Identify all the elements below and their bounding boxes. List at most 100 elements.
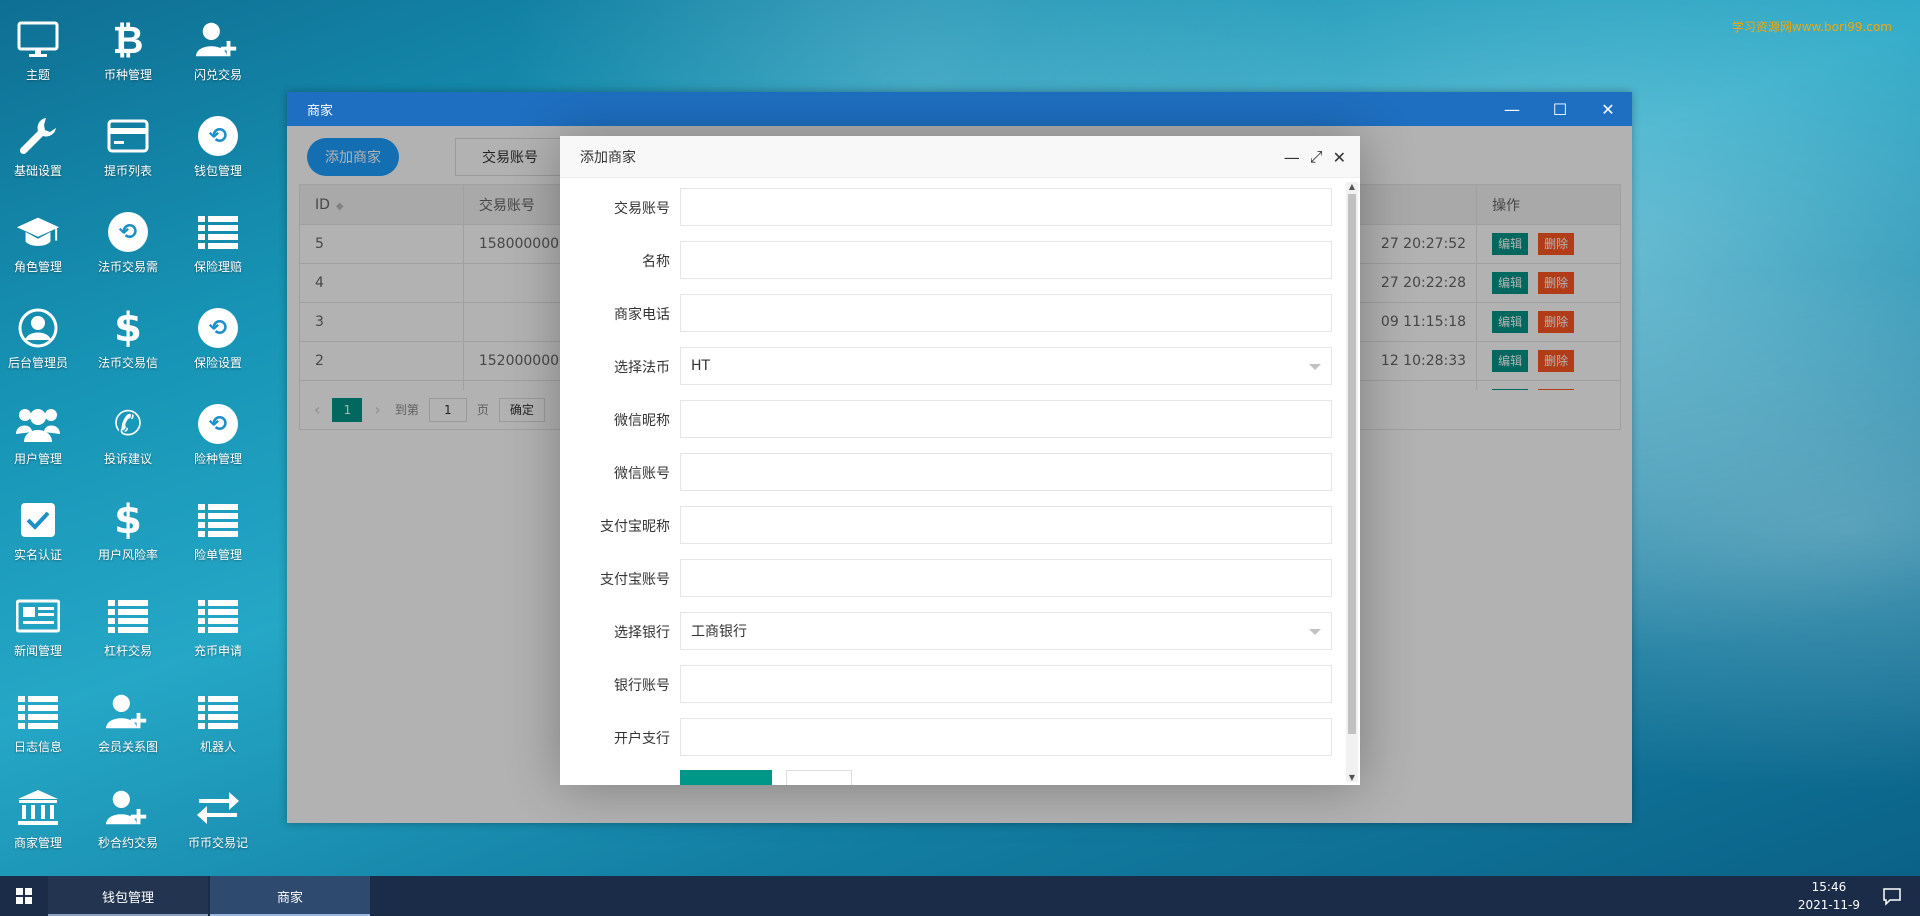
desktop-icon-robot[interactable]: 机器人: [173, 672, 263, 762]
desktop-icon-insurance-types[interactable]: ⟲ 险种管理: [173, 384, 263, 474]
dialog-form: 交易账号 名称 商家电话 选择法币 HT 微信昵称 微信账号 支付宝昵称 支付宝: [560, 178, 1360, 785]
account-input[interactable]: [680, 188, 1332, 226]
phone-input[interactable]: [680, 294, 1332, 332]
form-row-bank-account: 银行账号: [560, 665, 1350, 703]
name-input[interactable]: [680, 241, 1332, 279]
dialog-scrollbar[interactable]: ▲ ▼: [1346, 182, 1358, 782]
phone-icon: ✆: [113, 404, 143, 444]
desktop-icon-admins[interactable]: 后台管理员: [0, 288, 83, 378]
clock-time: 15:46: [1811, 880, 1847, 894]
system-clock[interactable]: 15:46 2021-11-9: [1798, 878, 1860, 914]
form-row-name: 名称: [560, 241, 1350, 279]
desktop-icon-risk-rate[interactable]: $ 用户风险率: [83, 480, 173, 570]
reset-button[interactable]: [786, 770, 852, 785]
desktop-icon-deposit-requests[interactable]: 充币申请: [173, 576, 263, 666]
exchange-icon: [196, 786, 240, 830]
dialog-minimize-icon[interactable]: —: [1284, 148, 1300, 167]
desktop-icon-wallet[interactable]: ⟲ 钱包管理: [173, 96, 263, 186]
close-icon[interactable]: ✕: [1584, 92, 1632, 126]
form-row-account: 交易账号: [560, 188, 1350, 226]
credit-card-icon: [106, 114, 150, 158]
link-icon: ⟲: [198, 404, 238, 444]
bank-account-input[interactable]: [680, 665, 1332, 703]
notification-icon[interactable]: [1882, 886, 1902, 906]
newspaper-icon: [16, 594, 60, 638]
desktop-icon-news[interactable]: 新闻管理: [0, 576, 83, 666]
bank-select[interactable]: 工商银行: [680, 612, 1332, 650]
taskbar-item-merchant[interactable]: 商家: [210, 876, 370, 916]
chevron-down-icon: [1309, 629, 1321, 635]
clock-date: 2021-11-9: [1797, 898, 1860, 912]
desktop-icon-member-graph[interactable]: 会员关系图: [83, 672, 173, 762]
user-plus-icon: [196, 18, 240, 62]
link-icon: ⟲: [108, 212, 148, 252]
desktop-icon-logs[interactable]: 日志信息: [0, 672, 83, 762]
list-icon: [196, 498, 240, 542]
scroll-down-icon[interactable]: ▼: [1348, 773, 1356, 782]
dialog-titlebar[interactable]: 添加商家 — ⤢ ✕: [560, 136, 1360, 178]
link-icon: ⟲: [198, 116, 238, 156]
desktop-icon-basic-settings[interactable]: 基础设置: [0, 96, 83, 186]
form-row-fiat: 选择法币 HT: [560, 347, 1350, 385]
desktop-icon-fiat-demand[interactable]: ⟲ 法币交易需: [83, 192, 173, 282]
field-label: 选择银行: [614, 625, 670, 641]
desktop-icon-leverage[interactable]: 杠杆交易: [83, 576, 173, 666]
desktop-icon-insurance-settings[interactable]: ⟲ 保险设置: [173, 288, 263, 378]
submit-button[interactable]: [680, 770, 772, 785]
desktop-icon-fiat-info[interactable]: $ 法币交易信: [83, 288, 173, 378]
scrollbar-thumb[interactable]: [1348, 194, 1356, 734]
list-icon: [196, 210, 240, 254]
start-button[interactable]: [0, 876, 48, 916]
link-icon: ⟲: [198, 308, 238, 348]
branch-input[interactable]: [680, 718, 1332, 756]
desktop-icon-roles[interactable]: 角色管理: [0, 192, 83, 282]
field-label: 交易账号: [614, 201, 670, 217]
fiat-select[interactable]: HT: [680, 347, 1332, 385]
desktop-icon-insurance-claims[interactable]: 保险理赔: [173, 192, 263, 282]
field-label: 开户支行: [614, 731, 670, 747]
form-row-alipay-nick: 支付宝昵称: [560, 506, 1350, 544]
scroll-up-icon[interactable]: ▲: [1348, 182, 1356, 191]
desktop-icon-coin-trade-records[interactable]: 币币交易记: [173, 768, 263, 858]
monitor-icon: [16, 18, 60, 62]
desktop-icon-second-contract[interactable]: 秒合约交易: [83, 768, 173, 858]
field-label: 银行账号: [614, 678, 670, 694]
minimize-icon[interactable]: —: [1488, 92, 1536, 126]
wechat-account-input[interactable]: [680, 453, 1332, 491]
chevron-down-icon: [1309, 364, 1321, 370]
field-label: 选择法币: [614, 360, 670, 376]
taskbar: 钱包管理 商家 15:46 2021-11-9: [0, 876, 1920, 916]
user-plus-icon: [106, 690, 150, 734]
desktop-icon-users[interactable]: 用户管理: [0, 384, 83, 474]
dialog-maximize-icon[interactable]: ⤢: [1310, 147, 1323, 167]
desktop-icon-currency[interactable]: ₿ 币种管理: [83, 0, 173, 90]
desktop-icon-policies[interactable]: 险单管理: [173, 480, 263, 570]
window-controls: — ☐ ✕: [1488, 92, 1632, 126]
list-icon: [196, 594, 240, 638]
maximize-icon[interactable]: ☐: [1536, 92, 1584, 126]
desktop-icon-withdraw-list[interactable]: 提币列表: [83, 96, 173, 186]
dialog-close-icon[interactable]: ✕: [1333, 148, 1346, 167]
dialog-controls: — ⤢ ✕: [1284, 136, 1346, 178]
dialog-title: 添加商家: [580, 149, 636, 166]
form-row-wechat-account: 微信账号: [560, 453, 1350, 491]
checkbox-icon: [16, 498, 60, 542]
wechat-nickname-input[interactable]: [680, 400, 1332, 438]
add-merchant-dialog: 添加商家 — ⤢ ✕ 交易账号 名称 商家电话 选择法币 HT 微信昵称 微信账…: [560, 136, 1360, 785]
desktop-icon-merchants[interactable]: 商家管理: [0, 768, 83, 858]
taskbar-item-wallet[interactable]: 钱包管理: [48, 876, 208, 916]
desktop-icon-theme[interactable]: 主题: [0, 0, 83, 90]
bank-icon: [16, 786, 60, 830]
desktop-icon-complaints[interactable]: ✆ 投诉建议: [83, 384, 173, 474]
desktop-icon-verification[interactable]: 实名认证: [0, 480, 83, 570]
user-circle-icon: [16, 306, 60, 350]
form-row-branch: 开户支行: [560, 718, 1350, 756]
alipay-nickname-input[interactable]: [680, 506, 1332, 544]
wrench-icon: [16, 114, 60, 158]
list-icon: [196, 690, 240, 734]
desktop-icon-flash-exchange[interactable]: 闪兑交易: [173, 0, 263, 90]
alipay-account-input[interactable]: [680, 559, 1332, 597]
dollar-icon: $: [114, 497, 142, 543]
window-titlebar[interactable]: 商家 — ☐ ✕: [287, 92, 1632, 126]
field-label: 微信账号: [614, 466, 670, 482]
